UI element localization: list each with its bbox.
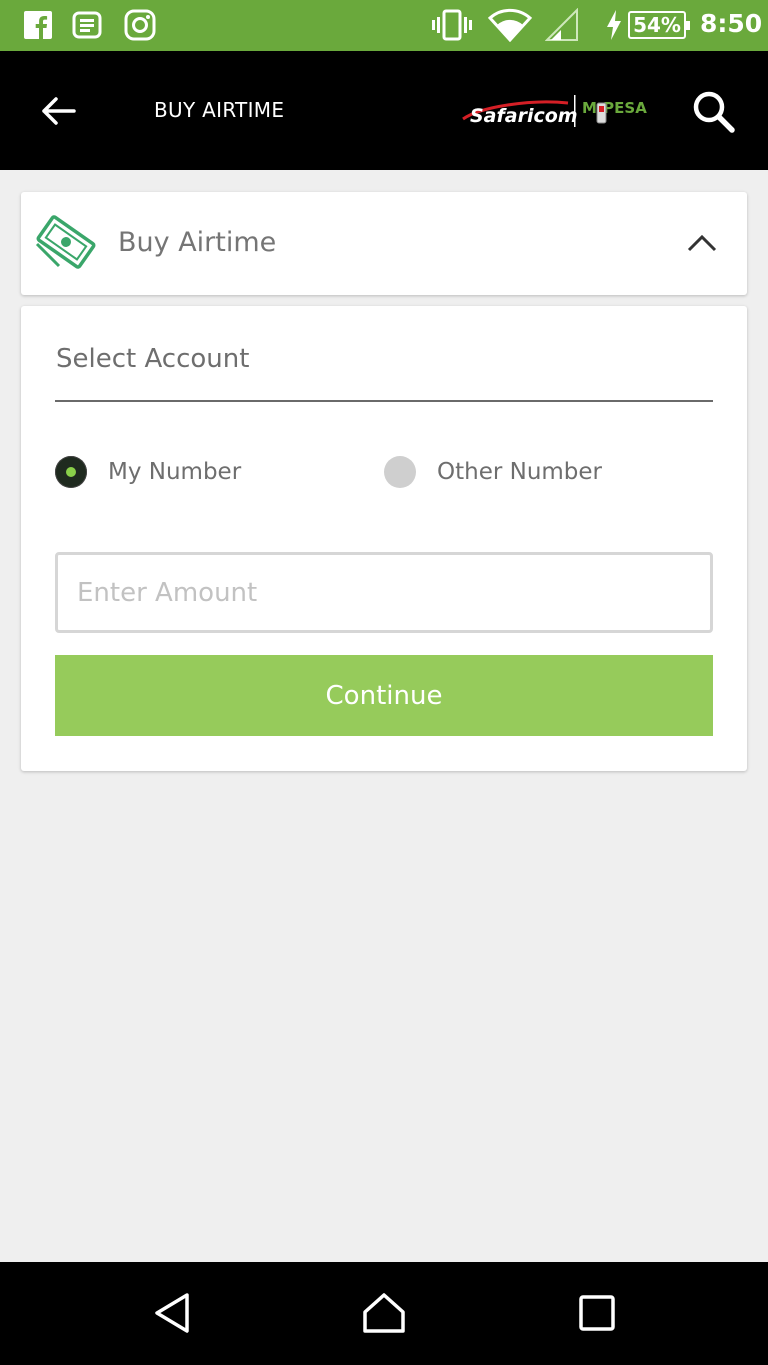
search-button[interactable]	[686, 85, 740, 137]
brand-logo: Safaricom M-PESA	[460, 89, 650, 135]
arrow-left-icon	[42, 97, 76, 125]
signal-icon	[545, 8, 579, 42]
section-header[interactable]: Buy Airtime	[21, 192, 747, 295]
nav-home-button[interactable]	[354, 1288, 414, 1338]
instagram-icon	[124, 8, 156, 42]
nav-recents-button[interactable]	[567, 1288, 627, 1338]
radio-my-number[interactable]: My Number	[55, 451, 241, 493]
radio-other-number[interactable]: Other Number	[384, 451, 602, 493]
amount-input[interactable]	[55, 552, 713, 633]
chevron-up-icon[interactable]	[685, 230, 719, 256]
square-recents-icon	[579, 1295, 615, 1331]
wifi-icon	[488, 8, 532, 42]
search-icon	[693, 91, 735, 133]
app-bar: BUY AIRTIME Safaricom M-PESA	[0, 51, 768, 170]
battery-icon: 54%	[628, 11, 690, 39]
charging-icon	[604, 8, 624, 42]
radio-other-number-label: Other Number	[437, 459, 603, 485]
home-icon	[363, 1293, 405, 1333]
radio-my-number-label: My Number	[108, 459, 242, 485]
brand-primary: Safaricom	[470, 105, 578, 127]
status-bar: 54% 8:50	[0, 0, 768, 51]
select-account-dropdown[interactable]: Select Account	[55, 342, 713, 402]
battery-level: 54%	[633, 13, 681, 37]
vibrate-icon	[432, 8, 472, 42]
brand-secondary: M-PESA	[582, 99, 647, 117]
facebook-icon	[23, 8, 53, 42]
back-button[interactable]	[30, 89, 86, 133]
navigation-bar	[0, 1262, 768, 1365]
page-title: BUY AIRTIME	[154, 98, 285, 122]
radio-selected-icon[interactable]	[55, 456, 87, 488]
continue-button[interactable]: Continue	[55, 655, 713, 736]
nav-back-button[interactable]	[142, 1288, 202, 1338]
triangle-back-icon	[155, 1293, 189, 1333]
money-icon	[35, 215, 96, 269]
list-notification-icon	[71, 8, 103, 42]
radio-unselected-icon[interactable]	[384, 456, 416, 488]
buy-airtime-form: Select Account My Number Other Number Co…	[21, 306, 747, 771]
select-account-label: Select Account	[56, 344, 250, 374]
clock: 8:50	[700, 9, 763, 38]
section-title: Buy Airtime	[118, 227, 277, 258]
